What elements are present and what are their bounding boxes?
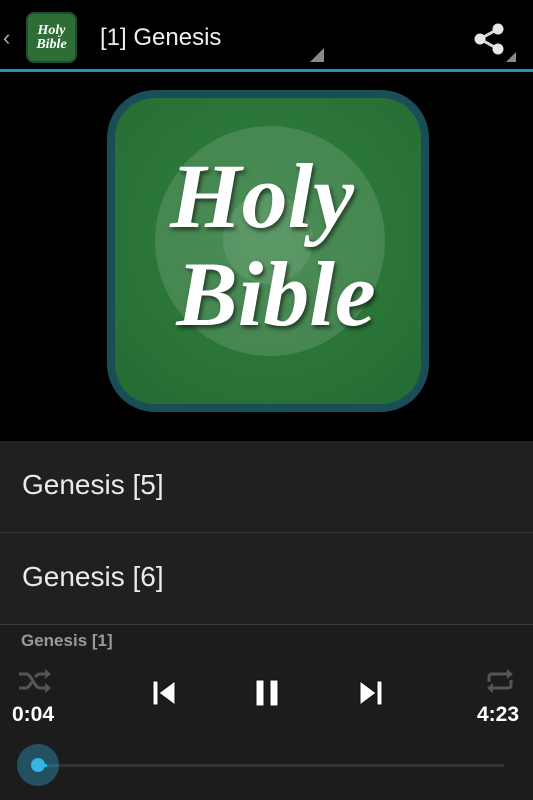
list-item[interactable]: Genesis [5] [0, 441, 533, 533]
pause-button[interactable] [247, 673, 287, 713]
audio-player: Genesis [1] 0:04 4:23 [0, 625, 533, 800]
chapter-list: Genesis [5] Genesis [6] [0, 441, 533, 625]
up-chevron-icon[interactable]: ‹ [3, 27, 10, 49]
repeat-icon [487, 669, 513, 693]
next-button[interactable] [352, 673, 390, 713]
share-icon [474, 23, 504, 55]
spinner-indicator-icon [310, 48, 324, 62]
pause-icon [255, 679, 279, 707]
total-duration: 4:23 [477, 703, 520, 726]
share-button[interactable] [462, 12, 520, 66]
action-bar: ‹ Holy Bible [1] Genesis [0, 0, 533, 72]
chapter-spinner[interactable]: [1] Genesis [92, 12, 328, 66]
previous-button[interactable] [145, 673, 183, 713]
list-item[interactable]: Genesis [6] [0, 533, 533, 625]
share-menu-indicator-icon [506, 52, 516, 62]
app-icon-line1: Holy [37, 22, 66, 38]
list-item-label: Genesis [6] [22, 561, 164, 592]
seek-bar[interactable] [40, 764, 504, 767]
app-icon-line2: Bible [36, 36, 67, 52]
now-playing-title: Genesis [1] [21, 631, 113, 650]
chapter-title: [1] Genesis [100, 24, 222, 51]
logo-word-bible: Bible [176, 243, 376, 345]
next-icon [359, 680, 383, 706]
logo-word-holy: Holy [170, 145, 354, 247]
seek-bar-thumb[interactable] [17, 744, 59, 786]
shuffle-button[interactable] [14, 665, 54, 697]
repeat-button[interactable] [480, 665, 520, 697]
app-icon[interactable]: Holy Bible [26, 12, 77, 63]
holy-bible-logo: Holy Bible [107, 90, 429, 412]
previous-icon [152, 680, 176, 706]
seek-bar-thumb-dot [31, 758, 45, 772]
elapsed-time: 0:04 [12, 703, 55, 726]
screen: ‹ Holy Bible [1] Genesis Holy Bible Gene… [0, 0, 533, 800]
album-artwork: Holy Bible [0, 75, 533, 441]
list-item-label: Genesis [5] [22, 469, 164, 500]
shuffle-icon [19, 669, 51, 693]
